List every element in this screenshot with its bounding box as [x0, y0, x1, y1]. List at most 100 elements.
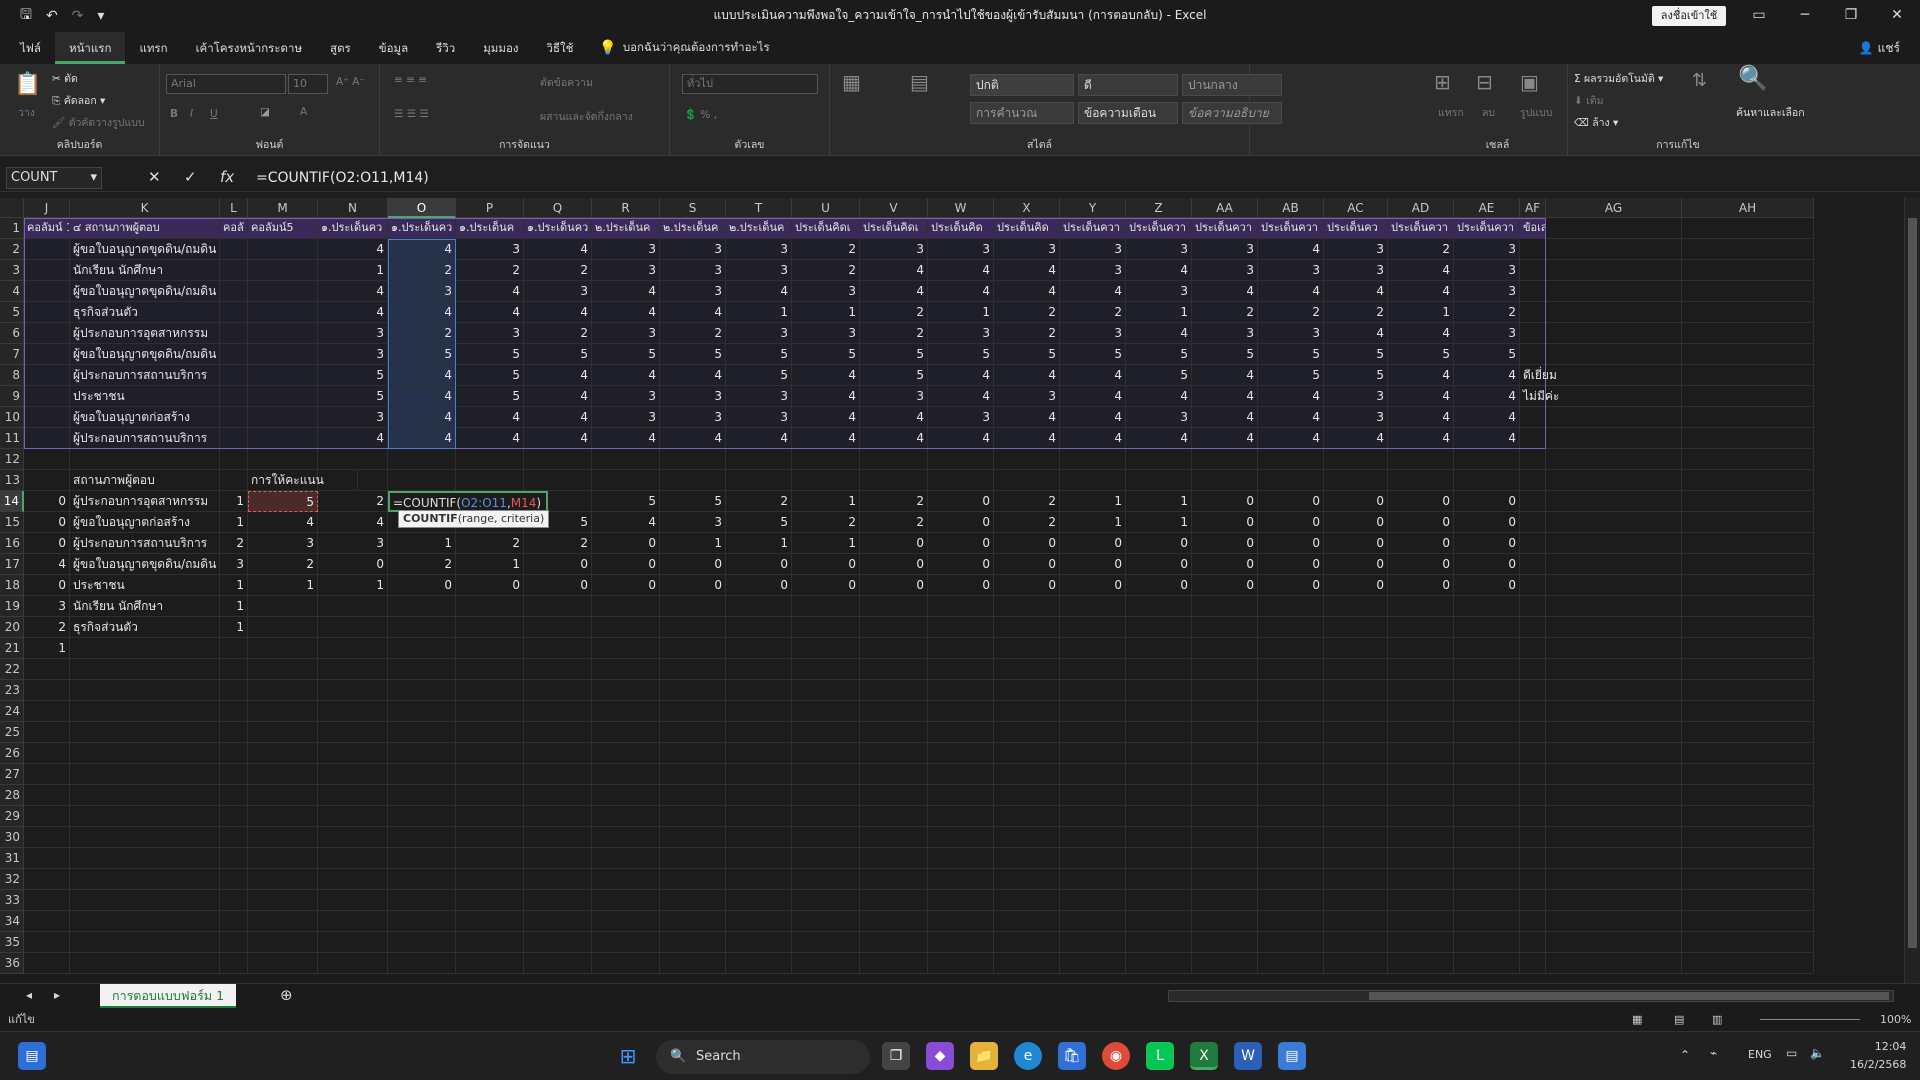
grid-cell[interactable] — [24, 722, 70, 743]
column-header[interactable]: O — [388, 198, 456, 218]
style-calculation[interactable]: การคำนวณ — [970, 102, 1074, 124]
grid-cell[interactable] — [248, 743, 318, 764]
table-cell[interactable] — [220, 365, 248, 386]
grid-cell[interactable] — [1682, 470, 1814, 491]
grid-cell[interactable] — [318, 827, 388, 848]
count-cell[interactable]: 0 — [1454, 554, 1520, 575]
grid-cell[interactable] — [220, 449, 248, 470]
count-cell[interactable]: 0 — [24, 575, 70, 596]
score-cell[interactable]: 4 — [1126, 428, 1192, 449]
score-cell[interactable]: 4 — [1454, 386, 1520, 407]
score-cell[interactable]: 4 — [524, 302, 592, 323]
grid-cell[interactable] — [1454, 470, 1520, 491]
score-cell[interactable]: 3 — [456, 323, 524, 344]
count-cell[interactable]: 0 — [792, 554, 860, 575]
score-cell[interactable]: 3 — [928, 239, 994, 260]
grid-cell[interactable] — [660, 848, 726, 869]
score-cell[interactable]: 2 — [1324, 302, 1388, 323]
grid-cell[interactable] — [1546, 491, 1682, 512]
score-cell[interactable]: 1 — [1388, 302, 1454, 323]
grid-cell[interactable] — [24, 827, 70, 848]
score-cell[interactable]: 5 — [1258, 344, 1324, 365]
ribbon-tab[interactable]: ข้อมูล — [365, 32, 422, 64]
ribbon-tab[interactable]: สูตร — [316, 32, 365, 64]
grid-cell[interactable] — [1192, 680, 1258, 701]
grid-cell[interactable] — [524, 449, 592, 470]
score-cell[interactable]: 4 — [792, 386, 860, 407]
score-cell[interactable]: 2 — [1454, 302, 1520, 323]
grid-cell[interactable] — [592, 932, 660, 953]
comment-cell[interactable]: ดีเยี่ยม — [1520, 365, 1606, 386]
prev-sheet-icon[interactable]: ◂ — [26, 988, 32, 1002]
column-header[interactable]: Y — [1060, 198, 1126, 218]
score-cell[interactable]: 4 — [1388, 386, 1454, 407]
grid-cell[interactable] — [1192, 890, 1258, 911]
grid-cell[interactable] — [928, 890, 994, 911]
grid-cell[interactable] — [1546, 512, 1682, 533]
grid-cell[interactable] — [928, 449, 994, 470]
score-cell[interactable]: 4 — [860, 281, 928, 302]
grid-cell[interactable] — [994, 617, 1060, 638]
score-cell[interactable]: 5 — [318, 386, 388, 407]
score-cell[interactable]: 4 — [592, 365, 660, 386]
count-cell[interactable]: 0 — [24, 491, 70, 512]
score-cell[interactable]: 4 — [318, 281, 388, 302]
grid-cell[interactable] — [456, 701, 524, 722]
widgets-icon[interactable]: ▤ — [18, 1042, 46, 1070]
score-cell[interactable]: 4 — [994, 260, 1060, 281]
conditional-format-icon[interactable]: ▦ — [842, 70, 861, 94]
grid-cell[interactable] — [792, 932, 860, 953]
table-cell[interactable] — [248, 386, 318, 407]
style-warning[interactable]: ข้อความเตือน — [1078, 102, 1178, 124]
grid-cell[interactable] — [1324, 743, 1388, 764]
grid-cell[interactable] — [1546, 218, 1682, 239]
score-level-cell[interactable]: 5 — [248, 491, 318, 512]
count-cell[interactable]: 3 — [220, 554, 248, 575]
grid-cell[interactable] — [456, 806, 524, 827]
count-cell[interactable]: 0 — [1258, 575, 1324, 596]
score-cell[interactable]: 4 — [792, 407, 860, 428]
ribbon-tab[interactable]: ไฟล์ — [6, 32, 55, 64]
grid-cell[interactable] — [248, 659, 318, 680]
grid-cell[interactable] — [928, 785, 994, 806]
grid-cell[interactable] — [1258, 638, 1324, 659]
grid-cell[interactable] — [792, 953, 860, 974]
grid-cell[interactable] — [524, 911, 592, 932]
grid-cell[interactable] — [928, 701, 994, 722]
grid-cell[interactable] — [1682, 449, 1814, 470]
grid-cell[interactable] — [792, 785, 860, 806]
grid-cell[interactable] — [592, 701, 660, 722]
score-cell[interactable]: 2 — [1388, 239, 1454, 260]
grid-cell[interactable] — [1682, 848, 1814, 869]
score-cell[interactable]: 1 — [318, 260, 388, 281]
count-cell[interactable]: 1 — [792, 491, 860, 512]
row-header[interactable]: 5 — [0, 302, 24, 323]
grid-cell[interactable] — [220, 806, 248, 827]
grid-cell[interactable] — [248, 680, 318, 701]
score-cell[interactable]: 4 — [792, 428, 860, 449]
start-icon[interactable]: ⊞ — [614, 1042, 642, 1070]
grid-cell[interactable] — [592, 638, 660, 659]
status-cell[interactable]: ผู้ประกอบการสถานบริการ — [70, 365, 220, 386]
count-cell[interactable]: 1 — [792, 533, 860, 554]
count-cell[interactable]: 0 — [726, 575, 792, 596]
customize-qat-icon[interactable]: ▾ — [97, 8, 104, 24]
grid-cell[interactable] — [1546, 743, 1682, 764]
grid-cell[interactable] — [456, 743, 524, 764]
insert-button[interactable]: แทรก — [1438, 104, 1464, 121]
column-header[interactable]: AG — [1546, 198, 1682, 218]
grow-font-icon[interactable]: A⁺ A⁻ — [336, 76, 365, 88]
grid-cell[interactable] — [220, 743, 248, 764]
score-cell[interactable]: 3 — [1324, 407, 1388, 428]
score-cell[interactable]: 1 — [928, 302, 994, 323]
comment-cell[interactable] — [1520, 239, 1606, 260]
count-cell[interactable]: 0 — [592, 533, 660, 554]
grid-cell[interactable] — [524, 953, 592, 974]
grid-cell[interactable] — [1682, 806, 1814, 827]
count-cell[interactable]: 1 — [220, 512, 248, 533]
grid-cell[interactable] — [1192, 638, 1258, 659]
grid-cell[interactable] — [220, 911, 248, 932]
grid-cell[interactable] — [1546, 890, 1682, 911]
score-cell[interactable]: 3 — [318, 344, 388, 365]
grid-cell[interactable] — [1324, 764, 1388, 785]
